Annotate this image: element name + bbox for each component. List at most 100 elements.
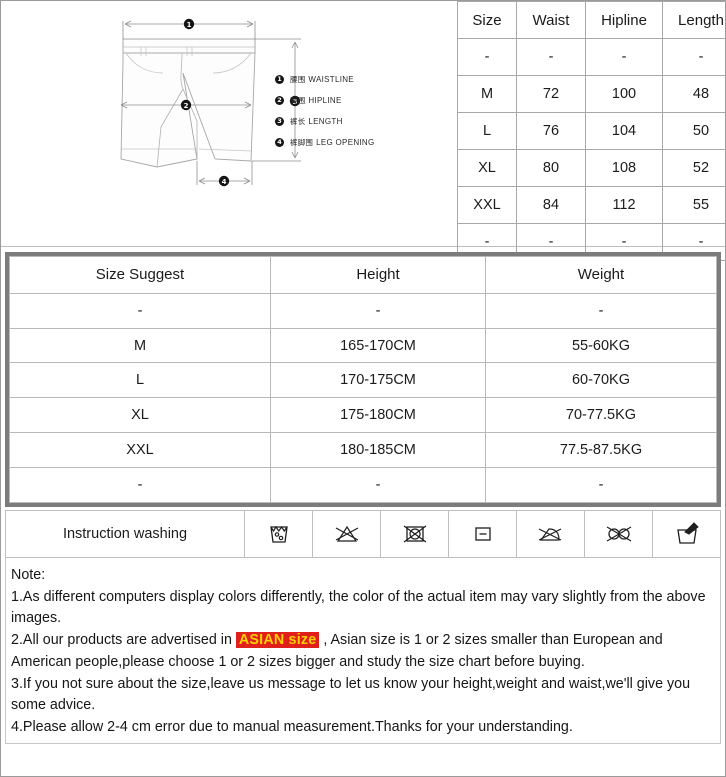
cell-height: 165-170CM [270,327,486,364]
header-hipline: Hipline [585,1,663,39]
cell-waist: 72 [516,75,586,113]
header-length: Length [662,1,726,39]
do-not-dry-clean-icon [606,526,631,542]
table-header-row: Size Waist Hipline Length [457,1,726,39]
washing-instruction-table: Instruction washing [5,510,721,558]
cell-height: - [270,292,486,329]
header-size-suggest: Size Suggest [9,256,271,294]
header-weight: Weight [485,256,717,294]
cell-weight: 77.5-87.5KG [485,432,717,469]
cell-weight: 55-60KG [485,327,717,364]
cell-length: 52 [662,149,726,187]
note-line-4: 3.If you not sure about the size,leave u… [11,675,691,714]
hand-wash-icon [676,522,699,544]
cell-size: M [457,75,517,113]
cell-size-suggest: - [9,467,271,503]
cell-length: 50 [662,112,726,150]
table-row: L 76 104 50 [457,112,726,150]
cell-weight: - [485,467,717,503]
cell-waist: 80 [516,149,586,187]
note-title: Note: [11,567,46,583]
cell-length: 55 [662,186,726,224]
legend-label-cn-waistline: 腰围 [290,75,306,84]
note-line-2: 2.All our products are advertised in ASI… [11,630,715,652]
asian-size-highlight: ASIAN size [235,632,320,649]
machine-wash-cell [244,510,313,558]
cell-size-suggest: M [9,327,271,364]
measurement-legend: 1 腰围 WAISTLINE 2 臀围 HIPLINE 3 裤长 LENGTH … [275,71,375,155]
cell-size-suggest: XXL [9,432,271,469]
cell-hipline: 104 [585,112,663,150]
do-not-tumble-dry-icon [403,525,426,543]
machine-wash-icon [269,525,288,543]
legend-item-hipline: 2 臀围 HIPLINE [275,92,375,109]
size-chart-page: 1 2 3 4 1 腰围 WAISTLINE 2 臀围 HIPLINE 3 裤长… [0,0,726,777]
table-row: M 72 100 48 [457,75,726,113]
do-not-bleach-icon [335,525,358,542]
legend-item-leg-opening: 4 裤脚围 LEG OPENING [275,134,375,151]
table-row: L 170-175CM 60-70KG [9,362,717,399]
cell-weight: 70-77.5KG [485,397,717,434]
table-row: - - - - [457,38,726,76]
top-section: 1 2 3 4 1 腰围 WAISTLINE 2 臀围 HIPLINE 3 裤长… [1,1,726,261]
note-line-1: 1.As different computers display colors … [11,588,706,627]
dimension-marker-2: 2 [180,99,192,111]
note-line-5: 4.Please allow 2-4 cm error due to manua… [11,719,573,736]
table-row: XL 80 108 52 [457,149,726,187]
table-header-row: Size Suggest Height Weight [9,256,717,294]
table-row: Instruction washing [5,510,721,558]
cell-length: - [662,38,726,76]
washing-instruction-section: Instruction washing [5,510,721,558]
table-row: XL 175-180CM 70-77.5KG [9,397,717,434]
do-not-tumble-dry-cell [380,510,449,558]
cell-height: 175-180CM [270,397,486,434]
legend-badge-2: 2 [275,96,284,105]
table-row: XXL 180-185CM 77.5-87.5KG [9,432,717,469]
table-row: - - - [9,292,717,329]
cell-waist: - [516,38,586,76]
legend-label-cn-leg-opening: 裤脚围 [290,138,314,147]
header-height: Height [270,256,486,294]
cell-size-suggest: XL [9,397,271,434]
do-not-bleach-cell [312,510,381,558]
header-size: Size [457,1,517,39]
cell-weight: - [485,292,717,329]
legend-badge-4: 4 [275,138,284,147]
legend-label-cn-length: 裤长 [290,117,306,126]
legend-label-en-hipline: HIPLINE [308,96,342,105]
dry-flat-cell [448,510,517,558]
dimension-marker-1: 1 [183,18,195,30]
note-line-2-pre: 2.All our products are advertised in [11,632,236,649]
note-line-3: American people,please choose 1 or 2 siz… [11,653,585,670]
note-section: Note: 1.As different computers display c… [5,558,721,744]
header-waist: Waist [516,1,586,39]
table-row: XXL 84 112 55 [457,186,726,224]
cell-height: 170-175CM [270,362,486,399]
legend-label-cn-hipline: 臀围 [290,96,306,105]
svg-text:4: 4 [222,178,227,186]
svg-text:2: 2 [184,102,189,110]
cell-size: XXL [457,186,517,224]
cell-hipline: 108 [585,149,663,187]
table-row: M 165-170CM 55-60KG [9,327,717,364]
do-not-iron-cell [516,510,585,558]
cell-size-suggest: L [9,362,271,399]
legend-item-length: 3 裤长 LENGTH [275,113,375,130]
table-row: - - - [9,467,717,503]
legend-label-en-leg-opening: LEG OPENING [316,138,375,147]
note-line-2-post: , Asian size is 1 or 2 sizes smaller tha… [319,632,663,649]
cell-weight: 60-70KG [485,362,717,399]
cell-hipline: 112 [585,186,663,224]
legend-badge-1: 1 [275,75,284,84]
legend-label-en-waistline: WAISTLINE [308,75,354,84]
do-not-dry-clean-cell [584,510,653,558]
garment-diagram-pane: 1 2 3 4 1 腰围 WAISTLINE 2 臀围 HIPLINE 3 裤长… [1,1,457,246]
cell-hipline: - [585,38,663,76]
svg-text:1: 1 [187,21,192,29]
cell-height: - [270,467,486,503]
cell-height: 180-185CM [270,432,486,469]
cell-waist: 76 [516,112,586,150]
do-not-iron-icon [538,528,561,541]
instruction-washing-label: Instruction washing [5,510,245,558]
size-measurement-table: Size Waist Hipline Length - - - - M 72 1… [457,1,726,261]
